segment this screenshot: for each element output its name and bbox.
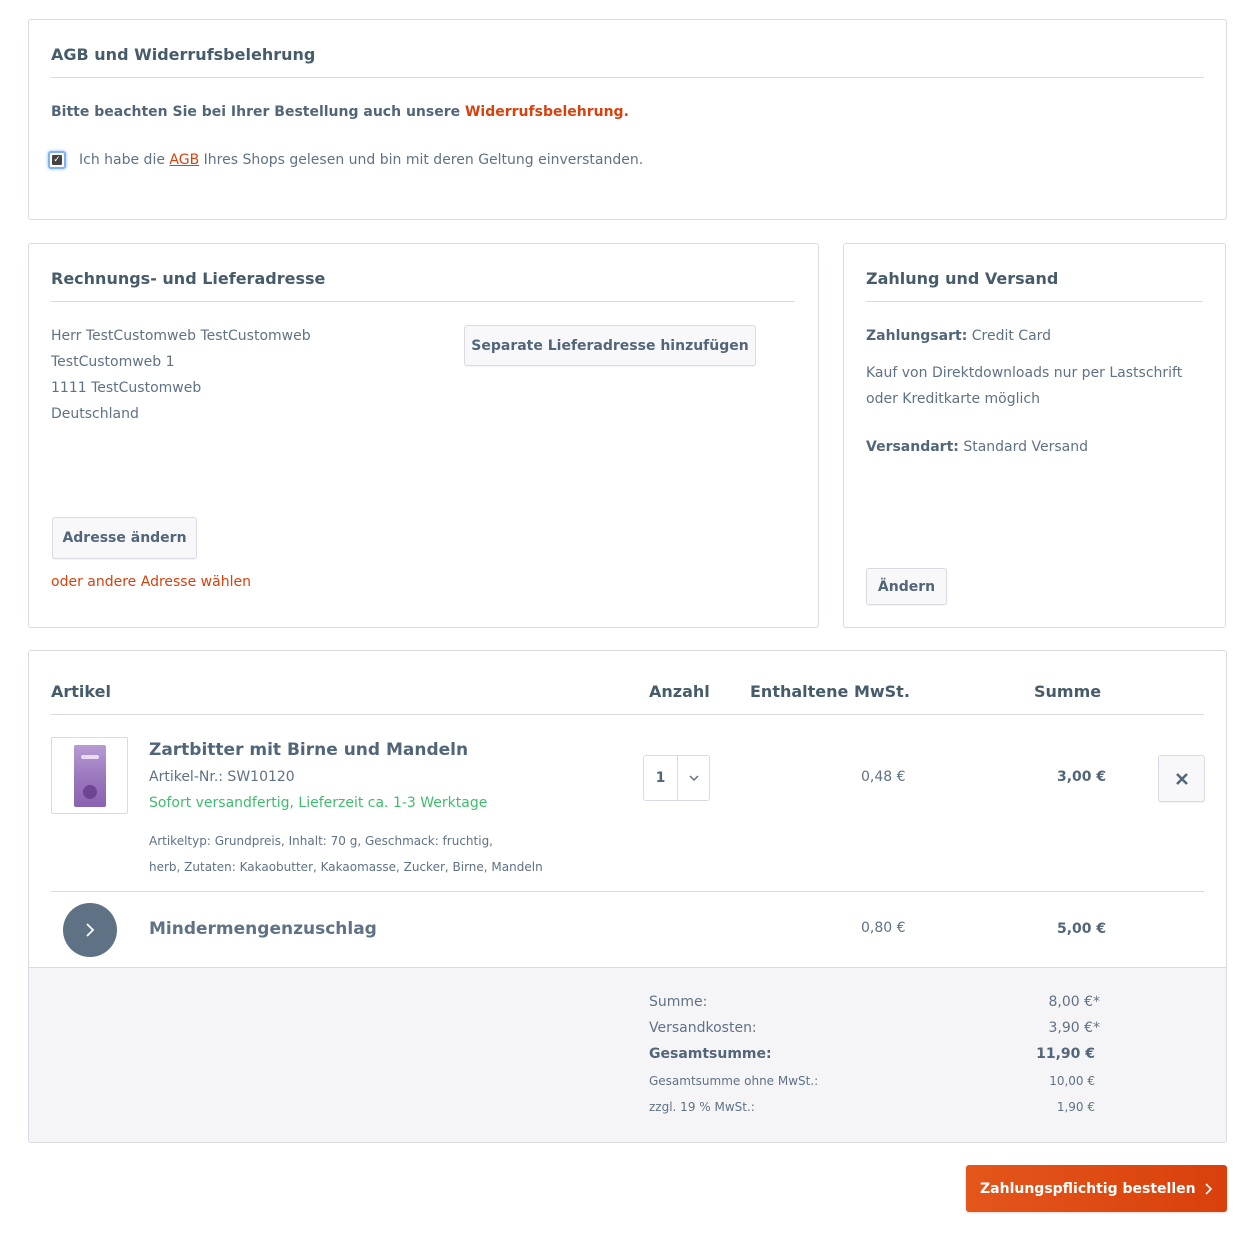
remove-item-button[interactable] (1158, 755, 1205, 802)
chocolate-package-icon (73, 744, 106, 807)
payment-note-line1: Kauf von Direktdownloads nur per Lastsch… (866, 365, 1183, 381)
add-shipping-address-button[interactable]: Separate Lieferadresse hinzufügen (464, 325, 756, 366)
header-article: Artikel (51, 682, 111, 701)
surcharge-vat: 0,80 € (861, 920, 906, 936)
checkbox-check-icon: ✓ (52, 155, 62, 165)
agb-link[interactable]: AGB (169, 152, 199, 168)
surcharge-total: 5,00 € (1057, 921, 1107, 937)
withdrawal-link[interactable]: Widerrufsbelehrung (465, 104, 624, 120)
payment-panel: Zahlung und Versand Zahlungsart: Credit … (843, 243, 1226, 628)
row-divider (51, 891, 1204, 892)
address-title: Rechnungs- und Lieferadresse (51, 269, 326, 288)
summary-net-label: Gesamtsumme ohne MwSt.: (649, 1074, 819, 1088)
place-order-label: Zahlungspflichtig bestellen (980, 1180, 1196, 1197)
address-divider (51, 301, 795, 302)
other-address-link[interactable]: oder andere Adresse wählen (51, 574, 251, 590)
place-order-button[interactable]: Zahlungspflichtig bestellen (966, 1165, 1227, 1212)
surcharge-icon (63, 903, 117, 957)
agb-title: AGB und Widerrufsbelehrung (51, 45, 316, 64)
summary-sum-value: 8,00 €* (1048, 994, 1100, 1010)
payment-method: Zahlungsart: Credit Card (866, 328, 1051, 344)
payment-divider (866, 301, 1203, 302)
product-name[interactable]: Zartbitter mit Birne und Mandeln (149, 740, 468, 760)
shipping-method: Versandart: Standard Versand (866, 439, 1088, 455)
payment-method-label: Zahlungsart: (866, 328, 968, 344)
delivery-info: Sofort versandfertig, Lieferzeit ca. 1-3… (149, 795, 488, 811)
payment-note-line2: oder Kreditkarte möglich (866, 391, 1040, 407)
header-divider (51, 714, 1204, 715)
withdrawal-notice-text: Bitte beachten Sie bei Ihrer Bestellung … (51, 104, 461, 120)
address-line-country: Deutschland (51, 406, 139, 422)
address-line-street: TestCustomweb 1 (51, 354, 175, 370)
header-total: Summe (1034, 682, 1102, 701)
payment-title: Zahlung und Versand (866, 269, 1059, 288)
change-payment-button[interactable]: Ändern (866, 568, 947, 605)
agb-divider (51, 77, 1204, 78)
agb-panel: AGB und Widerrufsbelehrung Bitte beachte… (28, 19, 1227, 220)
change-address-button[interactable]: Adresse ändern (52, 517, 197, 559)
product-image[interactable] (51, 737, 128, 814)
shipping-method-value: Standard Versand (963, 439, 1088, 455)
withdrawal-notice: Bitte beachten Sie bei Ihrer Bestellung … (51, 104, 629, 120)
summary-tax-value: 1,90 € (1056, 1100, 1095, 1114)
quantity-value: 1 (655, 770, 666, 786)
chevron-right-icon (1205, 1183, 1213, 1195)
shipping-method-label: Versandart: (866, 439, 959, 455)
summary-section: Summe: 8,00 €* Versandkosten: 3,90 €* Ge… (29, 967, 1226, 1142)
item-total: 3,00 € (1057, 769, 1107, 785)
header-vat: Enthaltene MwSt. (750, 682, 910, 701)
product-sku: Artikel-Nr.: SW10120 (149, 769, 295, 785)
summary-grand-value: 11,90 € (1036, 1046, 1095, 1062)
chevron-right-icon (86, 923, 95, 937)
product-desc-line2: herb, Zutaten: Kakaobutter, Kakaomasse, … (149, 860, 543, 874)
chevron-down-icon (677, 756, 709, 800)
summary-grand-label: Gesamtsumme: (649, 1046, 772, 1062)
agb-checkbox[interactable]: ✓ (48, 151, 66, 169)
quantity-select[interactable]: 1 (643, 755, 710, 801)
withdrawal-notice-period: . (623, 104, 629, 120)
agb-label-prefix: Ich habe die (79, 152, 165, 168)
product-desc-line1: Artikeltyp: Grundpreis, Inhalt: 70 g, Ge… (149, 834, 493, 848)
agb-checkbox-label: Ich habe die AGB Ihres Shops gelesen und… (79, 152, 643, 168)
payment-method-value: Credit Card (971, 328, 1052, 344)
agb-label-suffix: Ihres Shops gelesen und bin mit deren Ge… (203, 152, 644, 168)
summary-shipping-label: Versandkosten: (649, 1020, 757, 1036)
summary-shipping-value: 3,90 €* (1048, 1020, 1100, 1036)
address-line-city: 1111 TestCustomweb (51, 380, 202, 396)
address-panel: Rechnungs- und Lieferadresse Herr TestCu… (28, 243, 819, 628)
header-quantity: Anzahl (649, 682, 710, 701)
item-vat: 0,48 € (861, 769, 906, 785)
summary-net-value: 10,00 € (1049, 1074, 1095, 1088)
close-icon (1175, 772, 1188, 785)
summary-tax-label: zzgl. 19 % MwSt.: (649, 1100, 755, 1114)
surcharge-name: Mindermengenzuschlag (149, 919, 377, 939)
address-line-name: Herr TestCustomweb TestCustomweb (51, 328, 311, 344)
cart-panel: Artikel Anzahl Enthaltene MwSt. Summe Za… (28, 650, 1227, 1143)
summary-sum-label: Summe: (649, 994, 708, 1010)
